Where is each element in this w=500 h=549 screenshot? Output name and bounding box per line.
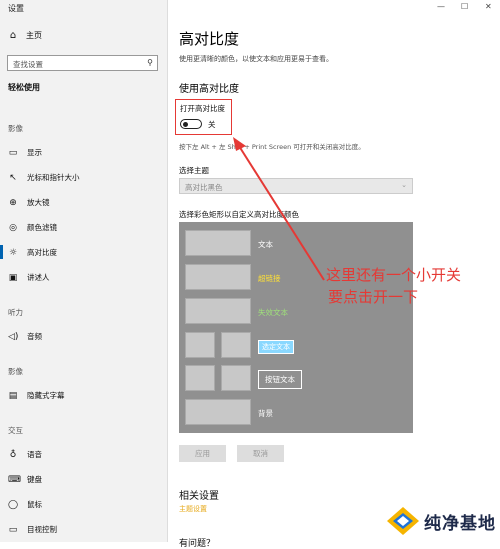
annotation-text: 这里还有一个小开关 要点击开一下	[326, 264, 500, 308]
watermark: 纯净基地	[386, 506, 496, 536]
annotation-line-2: 要点击开一下	[328, 288, 419, 306]
annotation-line-1: 这里还有一个小开关	[326, 266, 462, 284]
watermark-text: 纯净基地	[424, 513, 496, 534]
watermark-logo	[386, 506, 420, 536]
